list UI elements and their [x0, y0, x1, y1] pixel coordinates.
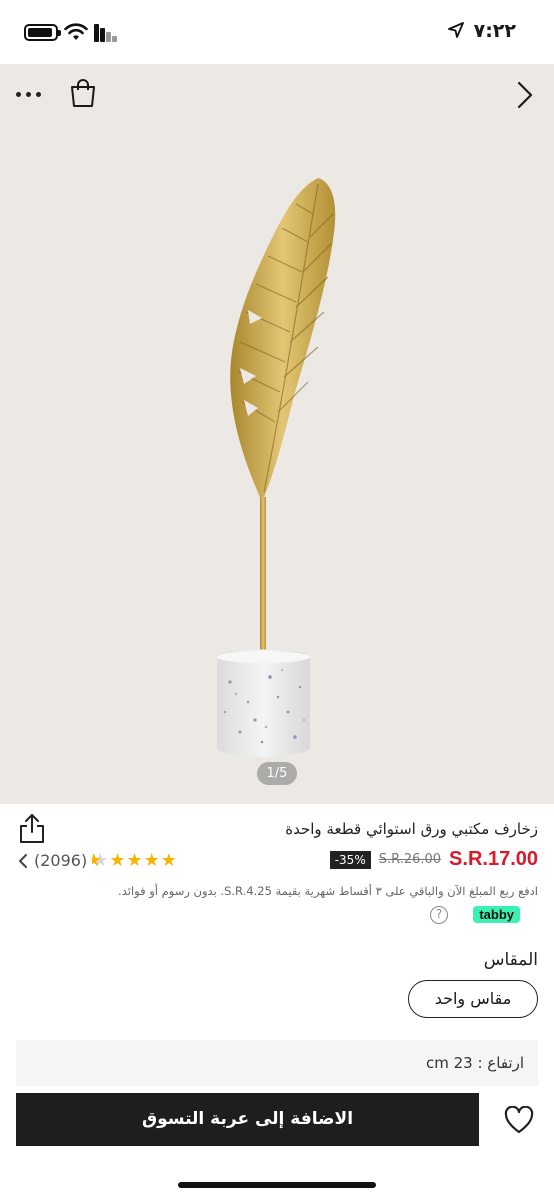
star-icon: ★ — [109, 849, 126, 871]
rating-stars: ★ ★ ★ ★ ★ — [91, 849, 177, 871]
price-current: S.R.17.00 — [449, 848, 538, 870]
discount-badge: -35% — [329, 850, 371, 869]
tabby-logo: tabby — [473, 906, 520, 923]
spec-height: ارتفاع : 23 cm — [425, 1054, 524, 1072]
chevron-right-icon[interactable] — [516, 80, 534, 110]
bottom-action-bar: الاضافة إلى عربة التسوق — [0, 1086, 554, 1200]
chevron-left-icon — [19, 853, 27, 868]
location-arrow-icon — [448, 22, 464, 38]
star-half-icon: ★ — [92, 851, 108, 870]
star-icon: ★ — [143, 849, 160, 871]
product-title: زخارف مكتبي ورق استوائي قطعة واحدة — [285, 820, 538, 838]
battery-icon — [24, 24, 61, 41]
status-time: ٧:٢٢ — [473, 20, 516, 42]
wifi-icon — [64, 23, 88, 40]
star-icon: ★ — [160, 849, 177, 871]
price-old: S.R.26.00 — [378, 852, 442, 867]
rating-summary[interactable]: (2096) ★ ★ ★ ★ ★ — [18, 851, 177, 870]
shopping-bag-icon[interactable] — [68, 78, 98, 108]
signal-icon — [94, 24, 120, 42]
more-icon[interactable] — [14, 82, 46, 106]
heart-icon[interactable] — [504, 1106, 534, 1134]
help-icon[interactable]: ? — [430, 906, 448, 924]
rating-count: (2096) — [34, 851, 88, 870]
tabby-installment-text: ادفع ربع المبلغ الآن والباقي على ٣ أقساط… — [118, 884, 538, 898]
home-indicator — [178, 1182, 376, 1188]
gallery-toolbar — [0, 64, 554, 128]
size-option-button[interactable]: مقاس واحد — [408, 980, 538, 1018]
price-row: S.R.17.00 S.R.26.00 -35% — [329, 848, 538, 871]
product-image — [217, 178, 336, 757]
add-to-cart-button[interactable]: الاضافة إلى عربة التسوق — [16, 1093, 479, 1146]
status-bar: ٧:٢٢ — [0, 0, 554, 64]
star-icon: ★ — [126, 849, 143, 871]
gallery-pager: 1/5 — [257, 762, 297, 785]
product-gallery[interactable]: 1/5 — [0, 64, 554, 804]
spec-box: ارتفاع : 23 cm — [16, 1040, 538, 1090]
size-label: المقاس — [483, 950, 538, 970]
share-icon[interactable] — [18, 812, 46, 844]
